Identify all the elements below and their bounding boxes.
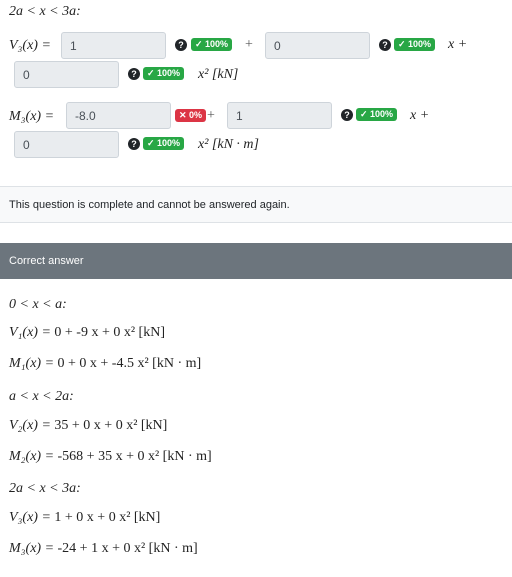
status-message-box: This question is complete and cannot be … <box>0 186 512 223</box>
answer-value: -568 + 35 x + 0 x² [kN · m] <box>57 449 212 464</box>
answer-line: V₁(x) = 0 + -9 x + 0 x² [kN] <box>9 325 165 341</box>
help-icon[interactable]: ? <box>128 138 140 150</box>
section-range: 0 < x < a: <box>9 297 67 312</box>
correct-answer-title: Correct answer <box>9 255 84 267</box>
answer-line: M₂(x) = -568 + 35 x + 0 x² [kN · m] <box>9 449 212 465</box>
m3-linear-input[interactable]: 1 <box>227 102 332 129</box>
help-icon[interactable]: ? <box>341 109 353 121</box>
x-plus-text: x + <box>448 37 468 52</box>
help-icon[interactable]: ? <box>128 68 140 80</box>
answer-value: 35 + 0 x + 0 x² [kN] <box>54 418 168 433</box>
answer-label: M₁(x) = <box>9 356 58 371</box>
section-range: a < x < 2a: <box>9 389 74 404</box>
answer-value: 0 + 0 x + -4.5 x² [kN · m] <box>57 356 202 371</box>
x-plus-text: x + <box>410 108 430 123</box>
answer-line: V₂(x) = 35 + 0 x + 0 x² [kN] <box>9 418 167 434</box>
correct-badge: ✓ 100% <box>394 38 436 51</box>
range-label: 2a < x < 3a: <box>9 4 81 19</box>
plus-sign: + <box>245 37 253 52</box>
answer-line: V₃(x) = 1 + 0 x + 0 x² [kN] <box>9 510 160 526</box>
unit-label: x² [kN · m] <box>198 137 259 152</box>
section-range: 2a < x < 3a: <box>9 481 81 496</box>
answer-value: 0 + -9 x + 0 x² [kN] <box>54 325 165 340</box>
incorrect-badge: ✕ 0% <box>175 109 207 122</box>
correct-badge: ✓ 100% <box>191 38 233 51</box>
correct-badge: ✓ 100% <box>143 137 185 150</box>
v3-linear-input[interactable]: 0 <box>265 32 370 59</box>
help-icon[interactable]: ? <box>379 39 391 51</box>
plus-sign: + <box>207 108 215 123</box>
answer-line: M₃(x) = -24 + 1 x + 0 x² [kN · m] <box>9 541 198 557</box>
m3-constant-input[interactable]: -8.0 <box>66 102 171 129</box>
correct-badge: ✓ 100% <box>143 67 185 80</box>
status-message: This question is complete and cannot be … <box>9 199 290 211</box>
help-icon[interactable]: ? <box>175 39 187 51</box>
answer-label: V₃(x) = <box>9 510 55 525</box>
answer-label: V₂(x) = <box>9 418 55 433</box>
answer-value: -24 + 1 x + 0 x² [kN · m] <box>57 541 198 556</box>
unit-label: x² [kN] <box>198 67 239 82</box>
answer-label: M₃(x) = <box>9 541 58 556</box>
answer-value: 1 + 0 x + 0 x² [kN] <box>54 510 161 525</box>
answer-label: M₂(x) = <box>9 449 58 464</box>
m3-quadratic-input[interactable]: 0 <box>14 131 119 158</box>
correct-answer-header: Correct answer <box>0 243 512 279</box>
answer-label: V₁(x) = <box>9 325 55 340</box>
v3-constant-input[interactable]: 1 <box>61 32 166 59</box>
v3-quadratic-input[interactable]: 0 <box>14 61 119 88</box>
answer-line: M₁(x) = 0 + 0 x + -4.5 x² [kN · m] <box>9 356 201 372</box>
m3-label: M₃(x) = <box>9 109 55 124</box>
correct-badge: ✓ 100% <box>356 108 398 121</box>
v3-label: V₃(x) = <box>9 38 51 53</box>
